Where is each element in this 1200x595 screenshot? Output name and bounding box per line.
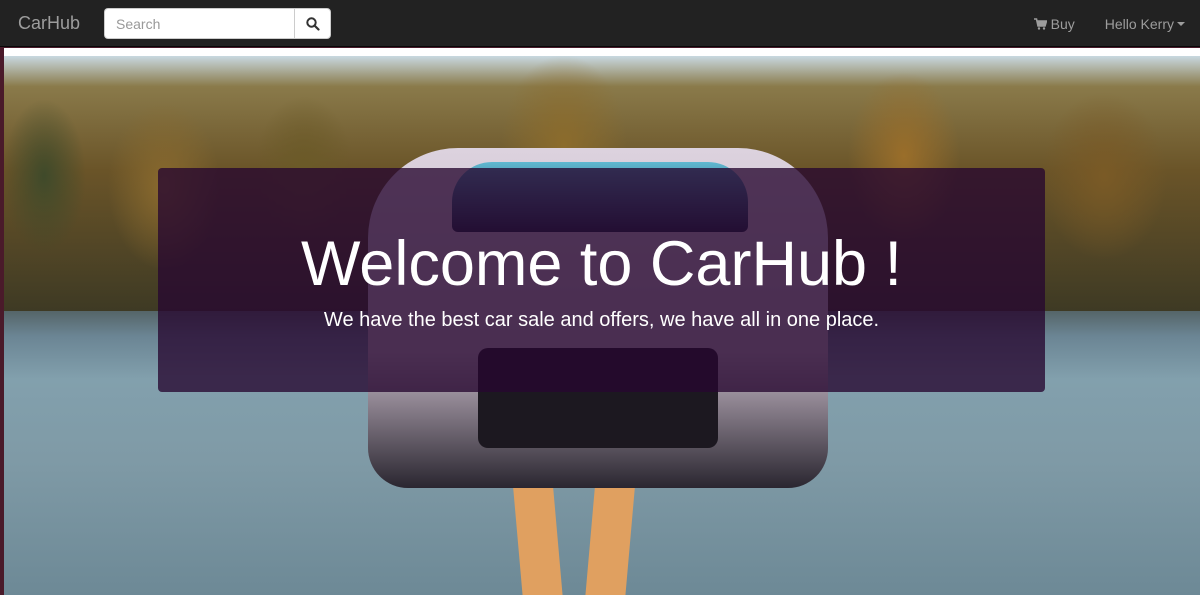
buy-label: Buy: [1050, 15, 1075, 32]
user-menu-toggle[interactable]: Hello Kerry: [1090, 0, 1200, 47]
search-button[interactable]: [294, 8, 331, 39]
navbar: CarHub Buy Hello Kerry: [0, 0, 1200, 47]
shopping-cart-icon: [1033, 17, 1047, 30]
hero-subtitle: We have the best car sale and offers, we…: [323, 309, 880, 331]
caret-down-icon: [1177, 21, 1185, 26]
top-strip: [4, 48, 1200, 56]
buy-link[interactable]: Buy: [1019, 0, 1090, 47]
navbar-right: Buy Hello Kerry: [1019, 0, 1200, 47]
user-greeting: Hello Kerry: [1104, 15, 1174, 32]
search-form: [104, 8, 331, 39]
hero-title: Welcome to CarHub !: [300, 229, 903, 299]
hero-overlay: Welcome to CarHub ! We have the best car…: [158, 168, 1045, 392]
brand-link[interactable]: CarHub: [18, 13, 80, 34]
search-icon: [305, 16, 320, 31]
search-input[interactable]: [104, 8, 294, 39]
